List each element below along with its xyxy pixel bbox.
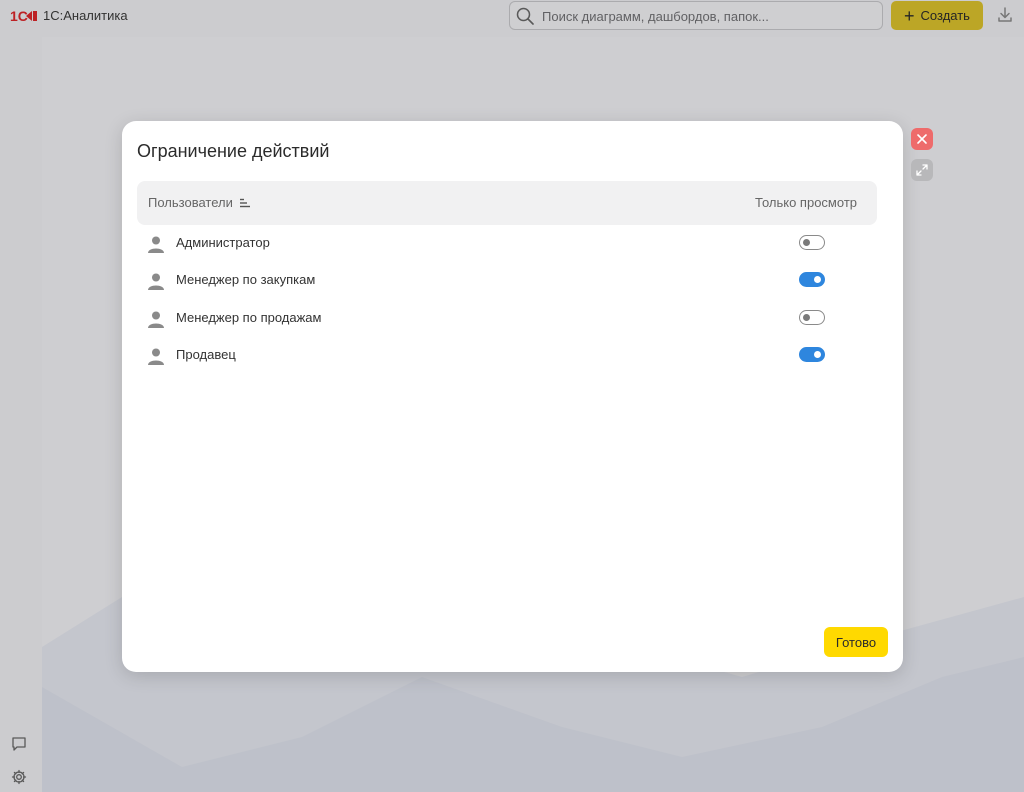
close-icon [917,134,927,144]
expand-icon [916,164,928,176]
view-only-toggle[interactable] [799,347,825,362]
user-icon [148,348,164,365]
table-row: Продавец [137,337,877,374]
table-header: Пользователи Только просмотр [137,181,877,225]
user-name: Менеджер по закупкам [176,272,316,287]
user-icon [148,236,164,253]
table-row: Менеджер по продажам [137,300,877,337]
users-column-label: Пользователи [148,195,233,210]
user-icon [148,273,164,290]
user-name: Менеджер по продажам [176,310,322,325]
close-dialog-button[interactable] [911,128,933,150]
expand-dialog-button[interactable] [911,159,933,181]
done-button[interactable]: Готово [824,627,888,657]
table-row: Администратор [137,225,877,262]
table-row: Менеджер по закупкам [137,262,877,299]
view-only-toggle[interactable] [799,235,825,250]
dialog-title: Ограничение действий [137,141,330,161]
user-name: Продавец [176,347,236,362]
users-column-header[interactable]: Пользователи [148,195,251,210]
view-only-toggle[interactable] [799,310,825,325]
user-name: Администратор [176,235,270,250]
view-only-toggle[interactable] [799,272,825,287]
restriction-dialog: Ограничение действий Пользователи Только… [122,121,903,672]
user-icon [148,311,164,328]
sort-icon[interactable] [239,198,251,208]
view-only-column-header: Только просмотр [755,195,857,210]
